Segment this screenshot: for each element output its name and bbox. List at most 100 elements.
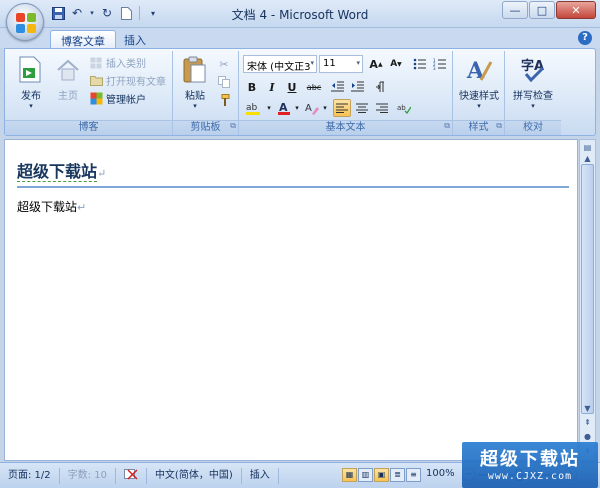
group-styles-label: 样式 ⧉ [453,120,504,135]
align-right-icon[interactable] [373,99,391,117]
highlight-color-icon[interactable]: ab [243,99,265,117]
group-clipboard: 粘贴 ▾ ✂ 剪贴板 ⧉ [173,51,239,135]
copy-icon[interactable] [215,73,233,91]
tab-insert[interactable]: 插入 [114,30,156,48]
vertical-scrollbar[interactable]: ▤ ▲ ▼ ⇞ ● ⇟ [579,139,596,461]
paste-label: 粘贴 [185,91,205,102]
group-clipboard-label: 剪贴板 ⧉ [173,120,238,135]
manage-accounts-button[interactable]: 管理帐户 [89,91,146,106]
draft-view-icon[interactable]: ≡ [406,468,421,482]
help-icon[interactable]: ? [578,31,592,45]
open-folder-icon [89,74,103,88]
group-blog-label: 博客 [5,120,172,135]
office-button[interactable] [6,3,44,41]
print-layout-view-icon[interactable]: ▦ [342,468,357,482]
site-watermark: 超级下载站 www.CJXZ.com [462,442,598,488]
maximize-button[interactable]: □ [529,1,555,19]
publish-dropdown-icon: ▾ [29,102,33,110]
styles-label-text: 样式 [468,122,489,133]
document-heading[interactable]: 超级下载站↵ [17,158,106,182]
group-blog: 发布 ▾ 主页 插入类别 打开现有文章 管理帐户 博客 [5,51,173,135]
strikethrough-button[interactable]: abc [303,78,325,96]
cut-icon[interactable]: ✂ [215,55,233,73]
basic-text-launcher-icon[interactable]: ⧉ [444,119,450,133]
quick-styles-button[interactable]: A 快速样式 ▾ [455,55,503,110]
web-layout-view-icon[interactable]: ▣ [374,468,389,482]
window-controls: — □ ✕ [501,1,596,19]
numbering-icon[interactable]: 123 [431,55,449,73]
scroll-thumb[interactable] [581,164,594,414]
body-text: 超级下载站 [17,200,78,214]
category-icon [89,56,103,70]
open-existing-button[interactable]: 打开现有文章 [89,73,166,88]
basic-text-label-text: 基本文本 [325,122,366,133]
styles-launcher-icon[interactable]: ⧉ [496,119,502,133]
bold-button[interactable]: B [243,78,261,96]
language-indicator[interactable]: 中文(简体，中国) [147,467,242,484]
spell-check-button[interactable]: 字A 拼写检查 ▾ [507,55,559,110]
clipboard-launcher-icon[interactable]: ⧉ [230,119,236,133]
watermark-title: 超级下载站 [480,449,580,470]
underline-button[interactable]: U [283,78,301,96]
spell-check-dropdown-icon: ▾ [531,102,535,110]
quick-styles-icon: A [464,55,494,85]
bullets-icon[interactable] [411,55,429,73]
document-area[interactable]: 超级下载站↵ 超级下载站↵ [4,139,578,461]
publish-button[interactable]: 发布 ▾ [11,55,51,110]
proofing-status-icon[interactable] [116,467,147,484]
zoom-level[interactable]: 100% [426,468,455,479]
svg-text:ab: ab [397,104,406,112]
home-page-button[interactable]: 主页 [51,55,85,102]
scroll-down-icon[interactable]: ▼ [581,402,594,416]
align-left-icon[interactable] [333,99,351,117]
svg-text:A: A [305,103,312,114]
font-size-value: 11 [323,58,336,69]
grow-font-icon[interactable]: A ▲ [367,55,385,73]
font-name-value: 宋体 (中文正3 [247,62,311,73]
document-body[interactable]: 超级下载站↵ [17,198,86,215]
font-dropdown-icon[interactable]: ▾ [310,59,314,67]
insert-category-button[interactable]: 插入类别 [89,55,146,70]
clear-formatting-icon[interactable]: A [303,99,321,117]
ltr-direction-icon[interactable] [371,78,389,96]
font-size-combo[interactable]: 11 ▾ [319,55,363,73]
highlight-dropdown-icon[interactable]: ▾ [265,99,273,117]
previous-page-icon[interactable]: ⇞ [581,416,594,430]
font-size-dropdown-icon[interactable]: ▾ [356,59,360,67]
heading-text: 超级下载站 [17,162,98,182]
tab-blog-post[interactable]: 博客文章 [50,30,116,48]
paste-button[interactable]: 粘贴 ▾ [177,55,213,110]
svg-text:ab: ab [246,103,258,113]
insert-category-label: 插入类别 [106,59,146,70]
minimize-button[interactable]: — [502,1,528,19]
manage-accounts-label: 管理帐户 [106,95,146,106]
italic-button[interactable]: I [263,78,281,96]
decrease-indent-icon[interactable] [329,78,347,96]
font-color-dropdown-icon[interactable]: ▾ [293,99,301,117]
clear-formatting-dropdown-icon[interactable]: ▾ [321,99,329,117]
outline-view-icon[interactable]: ≣ [390,468,405,482]
home-icon [53,55,83,85]
font-color-icon[interactable]: A [275,99,293,117]
home-label: 主页 [58,91,78,102]
paste-icon [180,55,210,85]
accounts-icon [89,92,103,106]
increase-indent-icon[interactable] [349,78,367,96]
watermark-url: www.CJXZ.com [487,471,573,482]
svg-text:3: 3 [433,66,436,70]
clipboard-label-text: 剪贴板 [190,122,221,133]
shrink-font-icon[interactable]: A ▼ [387,55,405,73]
page-count[interactable]: 页面: 1/2 [0,467,60,484]
insert-mode[interactable]: 插入 [242,467,279,484]
open-existing-label: 打开现有文章 [106,77,166,88]
full-screen-reading-view-icon[interactable]: ▥ [358,468,373,482]
format-painter-icon[interactable] [215,91,233,109]
quick-styles-label: 快速样式 [459,91,499,102]
close-button[interactable]: ✕ [556,1,596,19]
align-center-icon[interactable] [353,99,371,117]
word-count[interactable]: 字数: 10 [60,467,116,484]
spelling-grammar-icon[interactable]: ab [395,99,413,117]
view-buttons: ▦ ▥ ▣ ≣ ≡ [342,468,421,482]
font-name-combo[interactable]: 宋体 (中文正3 ▾ [243,55,317,73]
publish-label: 发布 [21,91,41,102]
